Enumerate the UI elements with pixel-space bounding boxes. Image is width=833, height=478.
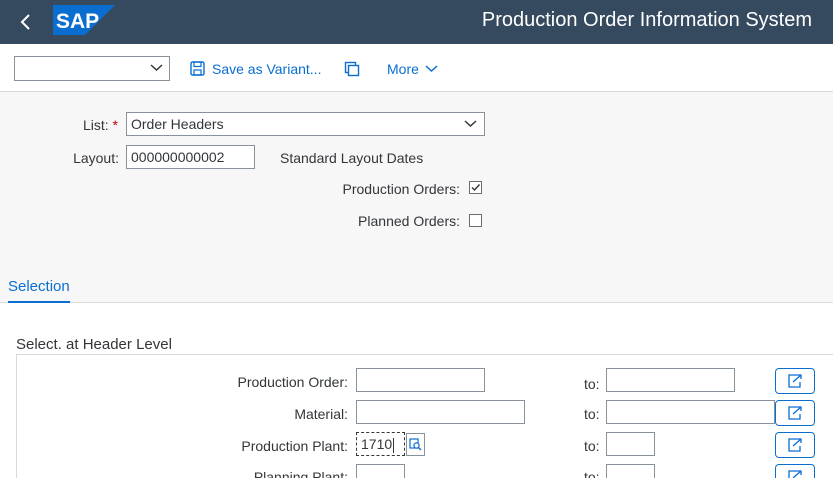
app-title: Production Order Information System: [481, 9, 812, 31]
production-orders-label: Production Orders:: [342, 181, 461, 197]
more-label: More: [387, 60, 419, 77]
production-order-multiple-selection-button[interactable]: [775, 368, 815, 394]
material-label: Material:: [294, 406, 348, 422]
planning-plant-label: Planning Plant:: [253, 469, 348, 478]
tab-bar: Selection: [0, 270, 833, 303]
multiple-selection-icon: [788, 374, 802, 388]
layout-description: Standard Layout Dates: [280, 150, 424, 166]
production-order-from-input[interactable]: [356, 368, 485, 392]
planning-plant-to-label: to:: [584, 469, 600, 478]
material-from-input[interactable]: [356, 400, 525, 424]
planning-plant-multiple-selection-button[interactable]: [775, 464, 815, 478]
multiple-selection-icon: [788, 470, 802, 478]
text-cursor: [393, 437, 395, 453]
production-plant-to-label: to:: [584, 438, 600, 454]
copy-button[interactable]: [344, 56, 360, 81]
production-order-to-input[interactable]: [606, 368, 735, 392]
list-label: List: *: [82, 117, 118, 133]
back-arrow-icon: [20, 14, 30, 30]
production-plant-multiple-selection-button[interactable]: [775, 432, 815, 458]
selection-panel: Select. at Header Level Production Order…: [0, 303, 833, 478]
production-order-label: Production Order:: [237, 374, 349, 390]
production-plant-value-help-button[interactable]: [406, 433, 425, 456]
more-button[interactable]: More: [387, 56, 438, 81]
checkmark-icon: [471, 184, 481, 192]
production-plant-from-input[interactable]: 1710: [356, 432, 405, 456]
chevron-down-icon: [150, 64, 163, 72]
chevron-down-icon: [464, 120, 477, 128]
multiple-selection-icon: [788, 406, 802, 420]
tab-selection[interactable]: Selection: [8, 278, 70, 303]
planned-orders-label: Planned Orders:: [358, 213, 460, 229]
chevron-down-icon: [425, 65, 438, 73]
list-select[interactable]: Order Headers: [126, 112, 485, 136]
save-as-variant-button[interactable]: Save as Variant...: [190, 56, 321, 81]
multiple-selection-icon: [788, 438, 802, 452]
required-mark: *: [112, 117, 118, 133]
layout-input[interactable]: 000000000002: [126, 145, 255, 169]
production-plant-value: 1710: [361, 436, 393, 452]
list-value: Order Headers: [131, 116, 224, 132]
production-orders-checkbox[interactable]: [469, 181, 482, 194]
sap-logo: SAP: [53, 5, 115, 35]
shell-header: SAP Production Order Information System: [0, 0, 833, 44]
layout-value: 000000000002: [131, 149, 225, 165]
value-help-icon: [409, 438, 422, 451]
production-order-to-label: to:: [584, 376, 600, 392]
save-icon: [190, 61, 205, 76]
back-button[interactable]: [12, 8, 40, 36]
copy-icon: [344, 61, 360, 76]
material-multiple-selection-button[interactable]: [775, 400, 815, 426]
production-plant-label: Production Plant:: [241, 438, 348, 454]
planned-orders-checkbox[interactable]: [469, 214, 482, 227]
production-plant-to-input[interactable]: [606, 432, 655, 456]
group-title: Select. at Header Level: [16, 336, 172, 353]
layout-label: Layout:: [73, 150, 119, 166]
sap-logo-text: SAP: [56, 10, 99, 33]
variant-select[interactable]: [14, 56, 170, 81]
material-to-label: to:: [584, 406, 600, 422]
planning-plant-from-input[interactable]: [356, 464, 405, 478]
save-as-variant-label: Save as Variant...: [212, 60, 322, 77]
toolbar: Save as Variant... More: [0, 44, 833, 92]
planning-plant-to-input[interactable]: [606, 464, 655, 478]
material-to-input[interactable]: [606, 400, 775, 424]
